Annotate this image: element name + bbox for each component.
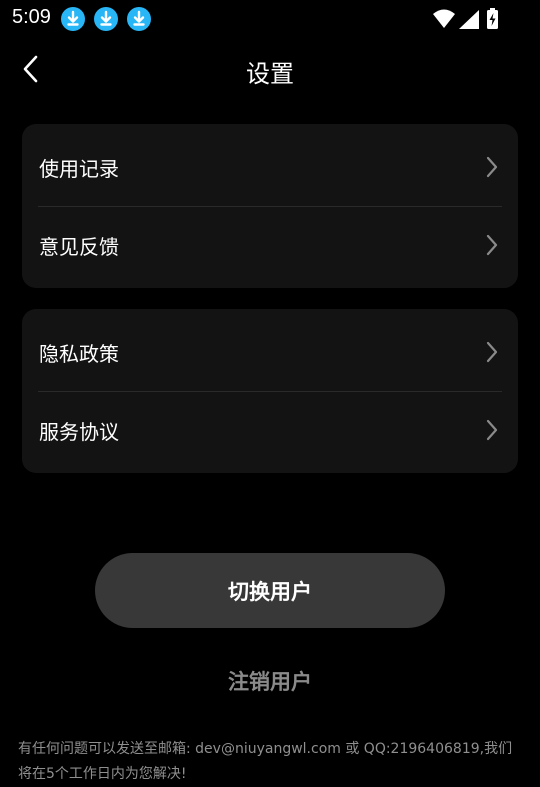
header: 设置 (0, 36, 540, 102)
settings-item-label: 服务协议 (39, 420, 119, 444)
switch-user-button[interactable]: 切换用户 (95, 553, 445, 628)
wifi-icon (433, 9, 455, 28)
download-icon (94, 7, 118, 31)
settings-item-label: 使用记录 (39, 157, 119, 181)
page-title: 设置 (246, 60, 294, 88)
switch-user-label: 切换用户 (228, 580, 312, 604)
chevron-right-icon (486, 341, 498, 363)
download-icon (61, 7, 85, 31)
chevron-right-icon (486, 156, 498, 178)
logout-label: 注销用户 (228, 670, 312, 694)
settings-group-1: 使用记录 意见反馈 (22, 124, 518, 288)
contact-note: 有任何问题可以发送至邮箱: dev@niuyangwl.com 或 QQ:219… (18, 741, 513, 782)
settings-item-privacy-policy[interactable]: 隐私政策 (22, 313, 518, 389)
settings-item-service-agreement[interactable]: 服务协议 (22, 391, 518, 467)
chevron-right-icon (486, 234, 498, 256)
settings-group-2: 隐私政策 服务协议 (22, 309, 518, 473)
settings-item-usage-history[interactable]: 使用记录 (22, 128, 518, 204)
signal-icon (459, 10, 479, 29)
system-status-icons (433, 8, 498, 29)
status-time: 5:09 (12, 6, 51, 28)
battery-charging-icon (487, 8, 498, 29)
settings-item-feedback[interactable]: 意见反馈 (22, 206, 518, 282)
settings-item-label: 意见反馈 (39, 235, 119, 259)
download-icon (127, 7, 151, 31)
logout-button[interactable]: 注销用户 (170, 660, 370, 700)
chevron-right-icon (486, 419, 498, 441)
settings-item-label: 隐私政策 (39, 342, 119, 366)
status-bar: 5:09 (0, 0, 540, 36)
